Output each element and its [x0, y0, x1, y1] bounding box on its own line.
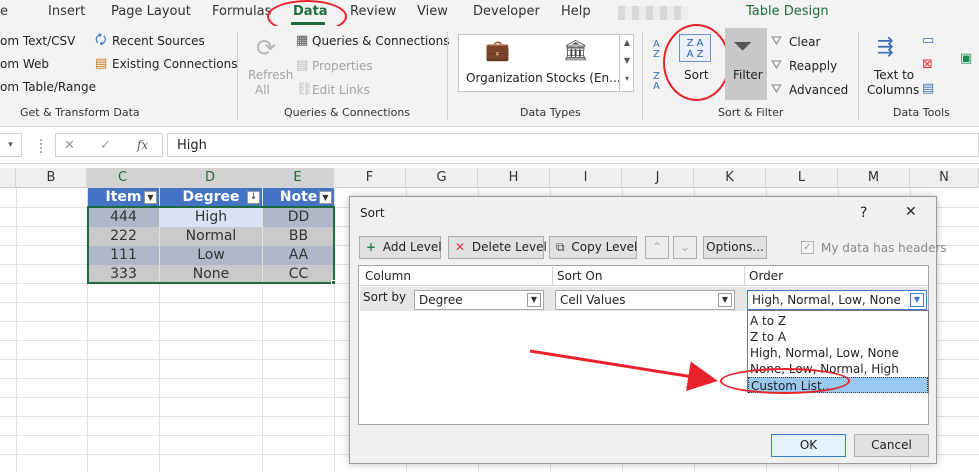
custom-list-highlight-ellipse [720, 368, 850, 394]
annotation-arrow [529, 349, 718, 392]
